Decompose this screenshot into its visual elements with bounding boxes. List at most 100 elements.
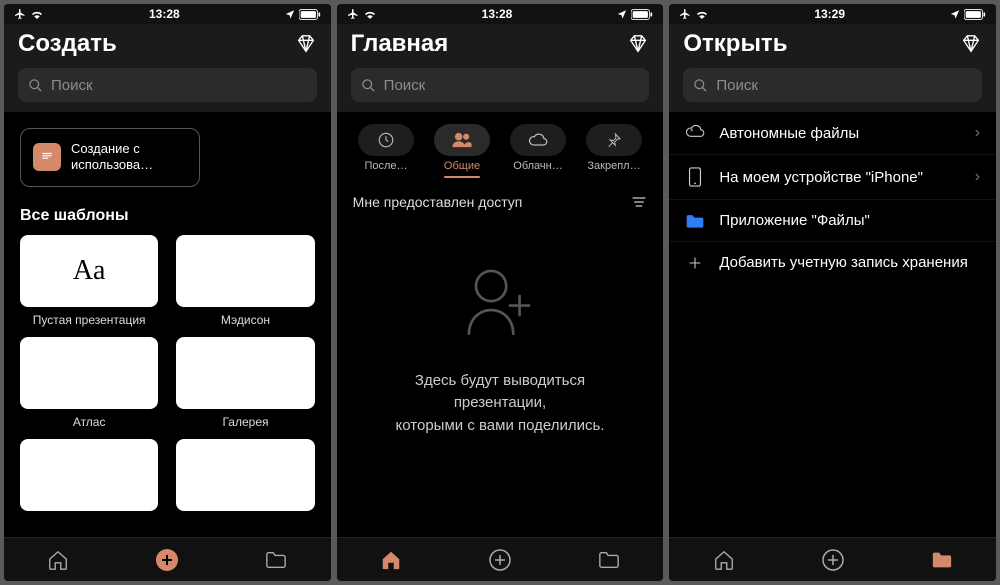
tab-create[interactable]	[487, 547, 513, 573]
wifi-icon	[30, 9, 44, 19]
status-bar: 13:28	[337, 4, 664, 24]
wifi-icon	[363, 9, 377, 19]
template-thumb	[176, 439, 314, 511]
location-label: Приложение "Файлы"	[719, 212, 869, 229]
tab-home[interactable]	[45, 547, 71, 573]
search-placeholder: Поиск	[716, 77, 758, 94]
template-item[interactable]: Мэдисон	[176, 235, 314, 327]
template-thumb	[176, 235, 314, 307]
search-placeholder: Поиск	[51, 77, 93, 94]
template-item[interactable]: Атлас	[20, 337, 158, 429]
screen-home: 13:28 Главная Поиск После… Общие	[337, 4, 664, 581]
status-time: 13:28	[149, 7, 180, 21]
location-icon	[617, 9, 627, 19]
pin-icon	[606, 132, 622, 148]
search-input[interactable]: Поиск	[18, 68, 317, 102]
tab-create[interactable]	[154, 547, 180, 573]
empty-line2: которыми с вами поделились.	[367, 414, 634, 437]
location-files-app[interactable]: Приложение "Файлы"	[669, 199, 996, 241]
location-icon	[950, 9, 960, 19]
battery-icon	[631, 9, 653, 20]
promo-icon	[33, 143, 61, 171]
location-icon	[285, 9, 295, 19]
template-item[interactable]: AaПустая презентация	[20, 235, 158, 327]
airplane-icon	[347, 8, 359, 20]
tab-open[interactable]	[929, 547, 955, 573]
chevron-right-icon: ›	[975, 124, 980, 142]
template-thumb	[176, 337, 314, 409]
status-time: 13:28	[482, 7, 513, 21]
search-input[interactable]: Поиск	[683, 68, 982, 102]
tab-home[interactable]	[378, 547, 404, 573]
template-label: Галерея	[176, 415, 314, 429]
template-label	[176, 517, 314, 531]
empty-line1: Здесь будут выводиться презентации,	[367, 369, 634, 414]
filter-label: Общие	[428, 160, 496, 172]
tab-open[interactable]	[596, 547, 622, 573]
shared-header-row: Мне предоставлен доступ	[337, 182, 664, 222]
cloud-icon	[528, 133, 548, 147]
page-title: Создать	[18, 30, 117, 58]
location-add-account[interactable]: Добавить учетную запись хранения	[669, 241, 996, 283]
header: Открыть	[669, 24, 996, 68]
promo-text: Создание с использова…	[71, 141, 153, 174]
filter-label: После…	[352, 160, 420, 172]
promo-card[interactable]: Создание с использова…	[20, 128, 200, 187]
premium-icon[interactable]	[627, 33, 649, 55]
tab-home[interactable]	[711, 547, 737, 573]
person-plus-icon	[455, 264, 545, 344]
page-title: Главная	[351, 30, 449, 58]
template-grid: AaПустая презентация Мэдисон Атлас Галер…	[4, 235, 331, 531]
status-bar: 13:29	[669, 4, 996, 24]
plus-icon	[687, 255, 703, 271]
shared-header-label: Мне предоставлен доступ	[353, 194, 523, 210]
screen-open: 13:29 Открыть Поиск Автономные файлы › Н…	[669, 4, 996, 581]
location-offline[interactable]: Автономные файлы ›	[669, 112, 996, 154]
filter-label: Закрепл…	[580, 160, 648, 172]
premium-icon[interactable]	[295, 33, 317, 55]
search-placeholder: Поиск	[384, 77, 426, 94]
premium-icon[interactable]	[960, 33, 982, 55]
location-device[interactable]: На моем устройстве "iPhone" ›	[669, 154, 996, 199]
search-icon	[693, 78, 708, 93]
template-item[interactable]	[176, 439, 314, 531]
template-thumb	[20, 337, 158, 409]
people-icon	[452, 132, 472, 148]
search-input[interactable]: Поиск	[351, 68, 650, 102]
airplane-icon	[679, 8, 691, 20]
tab-bar	[669, 537, 996, 581]
tab-bar	[4, 537, 331, 581]
wifi-icon	[695, 9, 709, 19]
content: Создание с использова… Все шаблоны AaПус…	[4, 112, 331, 537]
status-bar: 13:28	[4, 4, 331, 24]
search-icon	[28, 78, 43, 93]
search-wrap: Поиск	[4, 68, 331, 112]
tab-open[interactable]	[263, 547, 289, 573]
template-thumb: Aa	[20, 235, 158, 307]
battery-icon	[299, 9, 321, 20]
template-item[interactable]	[20, 439, 158, 531]
clock-icon	[377, 131, 395, 149]
cloud-offline-icon	[685, 125, 705, 141]
template-thumb	[20, 439, 158, 511]
empty-state: Здесь будут выводиться презентации, кото…	[337, 264, 664, 437]
phone-icon	[688, 167, 702, 187]
location-label: На моем устройстве "iPhone"	[719, 169, 923, 186]
filter-cloud[interactable]: Облачн…	[504, 124, 572, 178]
template-item[interactable]: Галерея	[176, 337, 314, 429]
sort-icon[interactable]	[631, 195, 647, 209]
battery-icon	[964, 9, 986, 20]
tab-create[interactable]	[820, 547, 846, 573]
folder-blue-icon	[685, 213, 705, 229]
template-label	[20, 517, 158, 531]
filter-pinned[interactable]: Закрепл…	[580, 124, 648, 178]
header: Главная	[337, 24, 664, 68]
content: После… Общие Облачн… Закрепл… Мне предос…	[337, 112, 664, 537]
filter-recent[interactable]: После…	[352, 124, 420, 178]
section-title: Все шаблоны	[4, 203, 331, 235]
filter-row: После… Общие Облачн… Закрепл…	[337, 112, 664, 182]
filter-shared[interactable]: Общие	[428, 124, 496, 178]
airplane-icon	[14, 8, 26, 20]
filter-label: Облачн…	[504, 160, 572, 172]
template-label: Мэдисон	[176, 313, 314, 327]
